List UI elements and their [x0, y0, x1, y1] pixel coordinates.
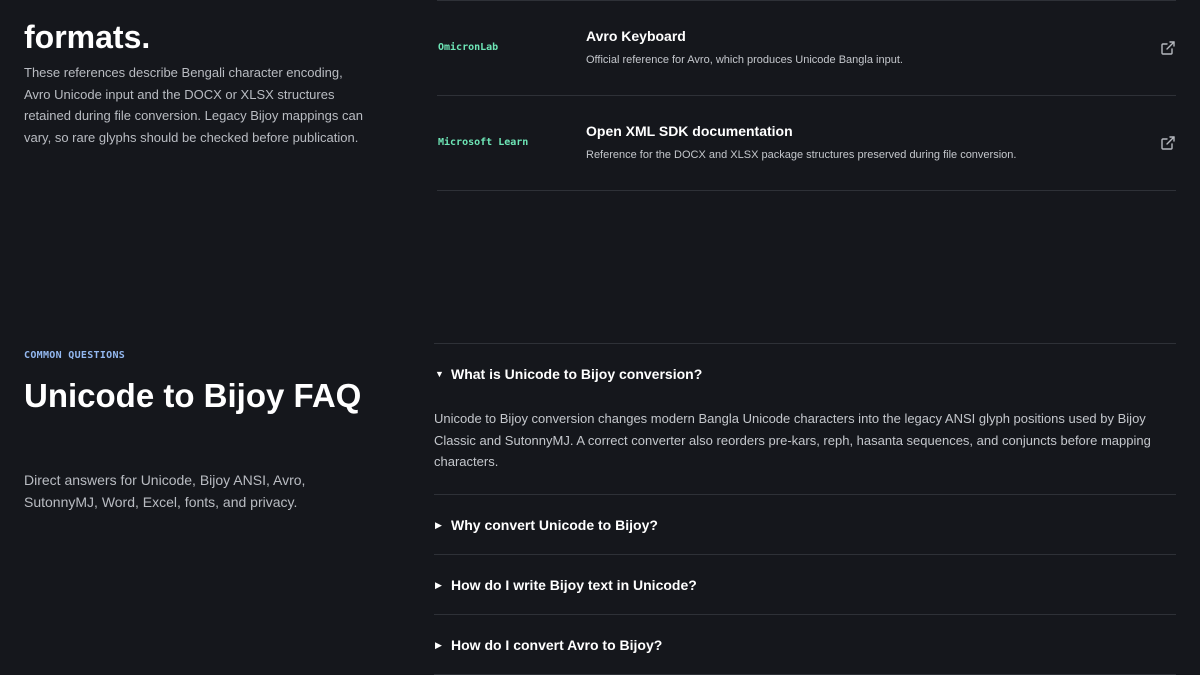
faq-question-text: What is Unicode to Bijoy conversion? — [451, 366, 703, 382]
references-heading: formats. — [24, 0, 150, 56]
references-description: These references describe Bengali charac… — [24, 65, 363, 145]
faq-title: Unicode to Bijoy FAQ — [24, 377, 362, 414]
faq-item: ▶ How do I convert Avro to Bijoy? — [434, 615, 1176, 675]
external-link-icon[interactable] — [1160, 40, 1176, 56]
faq-accordion: ▼ What is Unicode to Bijoy conversion? U… — [434, 343, 1176, 675]
faq-item: ▶ How do I write Bijoy text in Unicode? — [434, 555, 1176, 615]
faq-question-toggle[interactable]: ▶ Why convert Unicode to Bijoy? — [434, 495, 1176, 554]
faq-question-toggle[interactable]: ▶ How do I convert Avro to Bijoy? — [434, 615, 1176, 674]
faq-description: Direct answers for Unicode, Bijoy ANSI, … — [24, 472, 306, 510]
triangle-right-icon: ▶ — [435, 639, 442, 650]
external-link-icon[interactable] — [1160, 135, 1176, 151]
reference-list: OmicronLab Avro Keyboard Official refere… — [437, 0, 1176, 191]
reference-title[interactable]: Open XML SDK documentation — [586, 123, 793, 139]
faq-eyebrow: COMMON QUESTIONS — [24, 350, 126, 361]
reference-subtitle: Official reference for Avro, which produ… — [586, 54, 903, 66]
faq-question-text: How do I convert Avro to Bijoy? — [451, 636, 663, 653]
faq-question-toggle[interactable]: ▶ How do I write Bijoy text in Unicode? — [434, 555, 1176, 614]
faq-item: ▶ Why convert Unicode to Bijoy? — [434, 495, 1176, 555]
triangle-down-icon: ▼ — [435, 369, 444, 379]
page: formats. These references describe Benga… — [0, 0, 1200, 675]
faq-answer: Unicode to Bijoy conversion changes mode… — [434, 411, 1151, 469]
triangle-right-icon: ▶ — [435, 519, 442, 530]
faq-item: ▼ What is Unicode to Bijoy conversion? U… — [434, 344, 1176, 495]
triangle-right-icon: ▶ — [435, 579, 442, 590]
faq-question-toggle[interactable]: ▼ What is Unicode to Bijoy conversion? — [434, 344, 1176, 404]
reference-subtitle: Reference for the DOCX and XLSX package … — [586, 149, 1017, 161]
reference-title[interactable]: Avro Keyboard — [586, 28, 686, 44]
faq-question-text: How do I write Bijoy text in Unicode? — [451, 576, 697, 593]
reference-item-open-xml[interactable]: Microsoft Learn Open XML SDK documentati… — [437, 96, 1176, 191]
references-heading-text: formats. — [24, 19, 151, 55]
reference-source: Microsoft Learn — [438, 137, 529, 148]
faq-question-text: Why convert Unicode to Bijoy? — [451, 516, 658, 533]
reference-item-avro[interactable]: OmicronLab Avro Keyboard Official refere… — [437, 1, 1176, 96]
reference-source: OmicronLab — [438, 42, 499, 53]
